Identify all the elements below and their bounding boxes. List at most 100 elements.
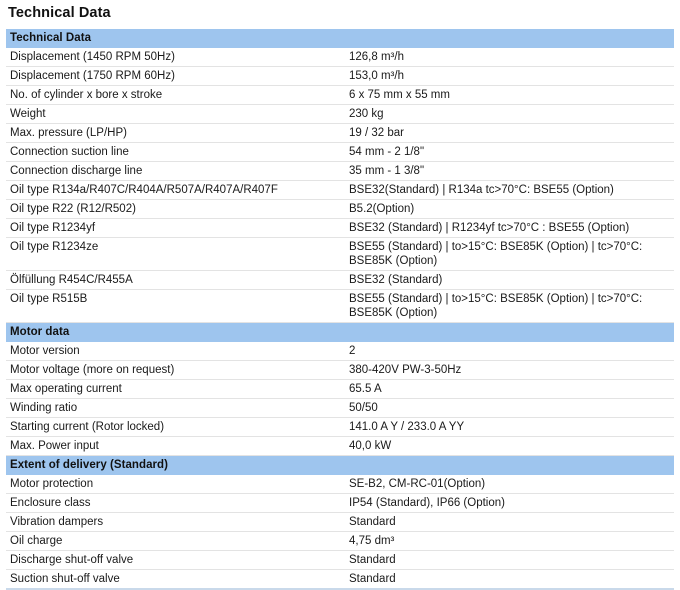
row-value-line: 6 x 75 mm x 55 mm	[349, 89, 450, 101]
row-value-line: 4,75 dm³	[349, 535, 395, 547]
technical-data-table: Technical Data Displacement (1450 RPM 50H…	[6, 29, 675, 590]
row-value-line: 2	[349, 345, 356, 357]
section-header-label: Motor data	[6, 322, 675, 342]
row-value-line: 380-420V PW-3-50Hz	[349, 364, 462, 376]
table-row: Discharge shut-off valve Standard	[6, 550, 675, 570]
row-label: Max. pressure (LP/HP)	[6, 123, 343, 143]
table-row: Max operating current 65.5 A	[6, 379, 675, 399]
row-value: 35 mm - 1 3/8"	[343, 161, 675, 181]
row-value-line: 65.5 A	[349, 383, 382, 395]
table-row: Oil type R515B BSE55 (Standard) | to>15°C…	[6, 289, 675, 323]
row-value-line: B5.2(Option)	[349, 203, 415, 215]
row-value: 6 x 75 mm x 55 mm	[343, 85, 675, 105]
row-value-line: Standard	[349, 573, 396, 585]
table-row: Motor voltage (more on request) 380-420V …	[6, 360, 675, 380]
row-value: Standard	[343, 569, 675, 590]
row-value-line: SE-B2, CM-RC-01(Option)	[349, 478, 486, 490]
row-label: Winding ratio	[6, 398, 343, 418]
row-value-line: BSE85K (Option)	[349, 307, 438, 319]
row-value: BSE32(Standard) | R134a tc>70°C: BSE55 (…	[343, 180, 675, 200]
section-header-label: Technical Data	[6, 29, 675, 48]
table-row: Oil type R134a/R407C/R404A/R507A/R407A/R…	[6, 180, 675, 200]
table-row: Oil type R1234yf BSE32 (Standard) | R1234…	[6, 218, 675, 238]
row-value: 65.5 A	[343, 379, 675, 399]
row-value: BSE32 (Standard) | R1234yf tc>70°C : BSE…	[343, 218, 675, 238]
row-label: Suction shut-off valve	[6, 569, 343, 590]
row-value-line: 50/50	[349, 402, 378, 414]
row-label: Motor voltage (more on request)	[6, 360, 343, 380]
row-value: BSE55 (Standard) | to>15°C: BSE85K (Opti…	[343, 237, 675, 271]
section-header-label: Extent of delivery (Standard)	[6, 455, 675, 475]
table-row: Displacement (1450 RPM 50Hz) 126,8 m³/h	[6, 48, 675, 67]
section-header-row: Motor data	[6, 322, 675, 342]
table-row: Ölfüllung R454C/R455A BSE32 (Standard)	[6, 270, 675, 290]
row-value: Standard	[343, 512, 675, 532]
row-value: B5.2(Option)	[343, 199, 675, 219]
row-value: 50/50	[343, 398, 675, 418]
table-row: Enclosure class IP54 (Standard), IP66 (Op…	[6, 493, 675, 513]
row-label: No. of cylinder x bore x stroke	[6, 85, 343, 105]
table-row: Vibration dampers Standard	[6, 512, 675, 532]
row-label: Starting current (Rotor locked)	[6, 417, 343, 437]
row-label: Displacement (1450 RPM 50Hz)	[6, 48, 343, 67]
row-value: 4,75 dm³	[343, 531, 675, 551]
row-label: Vibration dampers	[6, 512, 343, 532]
row-value-line: Standard	[349, 554, 396, 566]
row-label: Ölfüllung R454C/R455A	[6, 270, 343, 290]
table-row: Motor protection SE-B2, CM-RC-01(Option)	[6, 475, 675, 494]
row-value-line: BSE55 (Standard) | to>15°C: BSE85K (Opti…	[349, 241, 643, 253]
row-value: 19 / 32 bar	[343, 123, 675, 143]
row-label: Max operating current	[6, 379, 343, 399]
table-row: Oil type R1234ze BSE55 (Standard) | to>15…	[6, 237, 675, 271]
row-label: Oil type R22 (R12/R502)	[6, 199, 343, 219]
row-value-line: 40,0 kW	[349, 440, 392, 452]
table-row: Motor version 2	[6, 342, 675, 361]
row-label: Motor version	[6, 342, 343, 361]
row-value-line: Standard	[349, 516, 396, 528]
table-row: Displacement (1750 RPM 60Hz) 153,0 m³/h	[6, 66, 675, 86]
row-label: Weight	[6, 104, 343, 124]
row-label: Oil type R515B	[6, 289, 343, 323]
row-value-line: BSE32 (Standard)	[349, 274, 443, 286]
row-value: Standard	[343, 550, 675, 570]
row-value: SE-B2, CM-RC-01(Option)	[343, 475, 675, 494]
row-value: 40,0 kW	[343, 436, 675, 456]
row-value: 2	[343, 342, 675, 361]
table-body: Technical Data Displacement (1450 RPM 50H…	[6, 29, 675, 590]
table-row: Oil type R22 (R12/R502) B5.2(Option)	[6, 199, 675, 219]
page-title: Technical Data	[8, 5, 111, 21]
table-row: No. of cylinder x bore x stroke 6 x 75 mm…	[6, 85, 675, 105]
datasheet-page: Technical Data Technical Data Displacemen…	[0, 0, 680, 590]
row-value-line: 35 mm - 1 3/8"	[349, 165, 425, 177]
row-label: Oil charge	[6, 531, 343, 551]
row-value: 230 kg	[343, 104, 675, 124]
row-value-line: BSE32 (Standard) | R1234yf tc>70°C : BSE…	[349, 222, 630, 234]
table-row: Connection discharge line 35 mm - 1 3/8"	[6, 161, 675, 181]
row-value: 153,0 m³/h	[343, 66, 675, 86]
row-value: IP54 (Standard), IP66 (Option)	[343, 493, 675, 513]
table-row: Weight 230 kg	[6, 104, 675, 124]
row-value: 54 mm - 2 1/8"	[343, 142, 675, 162]
row-label: Max. Power input	[6, 436, 343, 456]
row-value: 380-420V PW-3-50Hz	[343, 360, 675, 380]
row-value-line: BSE85K (Option)	[349, 255, 438, 267]
row-label: Oil type R134a/R407C/R404A/R507A/R407A/R…	[6, 180, 343, 200]
row-label: Displacement (1750 RPM 60Hz)	[6, 66, 343, 86]
row-value: 126,8 m³/h	[343, 48, 675, 67]
table-row: Max. pressure (LP/HP) 19 / 32 bar	[6, 123, 675, 143]
row-value-line: IP54 (Standard), IP66 (Option)	[349, 497, 505, 509]
section-header-row: Technical Data	[6, 29, 675, 48]
row-value-line: 153,0 m³/h	[349, 70, 404, 82]
table-row: Winding ratio 50/50	[6, 398, 675, 418]
row-value-line: 141.0 A Y / 233.0 A YY	[349, 421, 465, 433]
row-label: Discharge shut-off valve	[6, 550, 343, 570]
table-row: Suction shut-off valve Standard	[6, 569, 675, 590]
table-row: Oil charge 4,75 dm³	[6, 531, 675, 551]
row-value-line: BSE32(Standard) | R134a tc>70°C: BSE55 (…	[349, 184, 614, 196]
row-value-line: 54 mm - 2 1/8"	[349, 146, 425, 158]
row-label: Oil type R1234ze	[6, 237, 343, 271]
row-label: Motor protection	[6, 475, 343, 494]
row-value: BSE32 (Standard)	[343, 270, 675, 290]
row-label: Connection suction line	[6, 142, 343, 162]
section-header-row: Extent of delivery (Standard)	[6, 455, 675, 475]
